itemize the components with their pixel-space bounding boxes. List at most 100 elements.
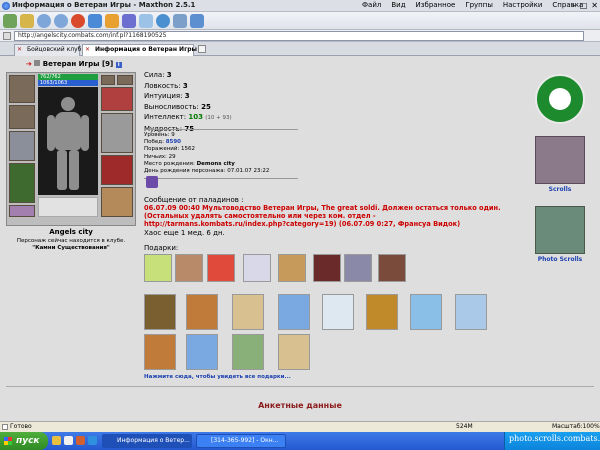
figure-left-leg — [57, 150, 67, 190]
scrolls-label[interactable]: Scrolls — [535, 186, 585, 193]
boots-slot[interactable] — [101, 187, 133, 217]
gift-item[interactable] — [186, 294, 218, 330]
taskbar: пуск Информация о Ветер... [314-365-992]… — [0, 432, 600, 450]
gift-item[interactable] — [378, 254, 406, 282]
history-icon[interactable] — [156, 14, 170, 28]
info-birthday: День рождения персонажа: 07.01.07 23:22 — [144, 168, 270, 175]
tab-close-icon[interactable]: ✕ — [85, 45, 90, 55]
tab-close-icon[interactable]: ✕ — [17, 45, 22, 55]
helmet-slot[interactable] — [9, 75, 35, 103]
character-name[interactable]: Ветеран Игры — [43, 60, 100, 68]
weapon-right-slot[interactable] — [101, 113, 133, 153]
align-icon — [34, 60, 41, 66]
amulet-slot[interactable] — [117, 75, 133, 85]
tab-label: Информация о Ветеран Игры — [95, 46, 197, 53]
info-draws: Ничьих: 29 — [144, 153, 176, 160]
minimize-icon[interactable]: – — [572, 1, 576, 10]
gift-item[interactable] — [278, 254, 306, 282]
quick-launch-icon[interactable] — [64, 436, 73, 445]
info-icon[interactable]: i — [115, 62, 122, 68]
page-content: ➔ Ветеран Игры [9] i 762/762 1063/1063 A… — [0, 56, 600, 421]
close-icon[interactable]: ✕ — [591, 1, 598, 10]
paladin-line-3[interactable]: http://tarmans.kombats.ru/index.php?cate… — [144, 220, 501, 228]
gift-item[interactable] — [175, 254, 203, 282]
menu-favorites[interactable]: Избранное — [416, 1, 456, 9]
equipment-panel: 762/762 1063/1063 — [6, 72, 136, 226]
character-figure[interactable] — [38, 87, 98, 195]
gift-item[interactable] — [232, 294, 264, 330]
window-title-bar: Информация о Ветеран Игры - Maxthon 2.5.… — [0, 0, 600, 12]
earrings-slot[interactable] — [101, 75, 115, 85]
task-label: [314-365-992] - Окн... — [211, 437, 279, 444]
photo-scrolls-banner-icon[interactable] — [535, 206, 585, 254]
start-button[interactable]: пуск — [0, 432, 48, 450]
quick-launch-icon[interactable] — [88, 436, 97, 445]
screen-icon[interactable] — [173, 14, 187, 28]
character-city: Angels city — [49, 228, 93, 236]
menu-file[interactable]: Файл — [362, 1, 381, 9]
menu-settings[interactable]: Настройки — [503, 1, 543, 9]
gift-item[interactable] — [144, 334, 176, 370]
taskbar-item-chat[interactable]: [314-365-992] - Окн... — [196, 434, 286, 448]
stop-icon[interactable] — [71, 14, 85, 28]
armor-slot[interactable] — [9, 163, 35, 203]
more-gifts-link[interactable]: Нажмите сюда, чтобы увидеть все подарки.… — [144, 374, 291, 380]
download-icon[interactable] — [190, 14, 204, 28]
divider — [144, 178, 298, 179]
refresh-icon[interactable] — [88, 14, 102, 28]
new-tab-button[interactable] — [198, 45, 206, 53]
magic-icon[interactable] — [122, 14, 136, 28]
stat-endurance: Выносливость: 25 — [144, 102, 211, 111]
scrolls-banner-icon[interactable] — [535, 136, 585, 184]
gift-item[interactable] — [243, 254, 271, 282]
paladin-line-1: 06.07.09 00:40 Мультоводство Ветеран Игр… — [144, 204, 501, 212]
gift-item[interactable] — [278, 294, 310, 330]
menu-view[interactable]: Вид — [391, 1, 405, 9]
quick-launch-icon[interactable] — [52, 436, 61, 445]
bracers-slot[interactable] — [9, 105, 35, 129]
gloves-slot[interactable] — [101, 87, 133, 111]
open-folder-icon[interactable] — [20, 14, 34, 28]
tools-icon[interactable] — [139, 14, 153, 28]
home-icon[interactable] — [105, 14, 119, 28]
quick-launch-icon[interactable] — [76, 436, 85, 445]
figure-left-arm — [47, 115, 55, 151]
address-bar: http://angelscity.combats.com/inf.pl?116… — [0, 30, 600, 42]
weapon-left-slot[interactable] — [9, 131, 35, 161]
belt-slot[interactable] — [9, 205, 35, 217]
gift-item[interactable] — [144, 294, 176, 330]
emblem-inner — [549, 88, 571, 110]
location-place: "Камни Существования" — [32, 245, 110, 251]
badge-icon[interactable] — [146, 176, 158, 188]
tab-fight-club[interactable]: ✕ Бойцовский клуб — [14, 44, 81, 56]
gift-item[interactable] — [313, 254, 341, 282]
url-input[interactable]: http://angelscity.combats.com/inf.pl?116… — [14, 31, 584, 41]
gift-item[interactable] — [278, 334, 310, 370]
forward-icon[interactable] — [54, 14, 68, 28]
photo-scrolls-label[interactable]: Photo Scrolls — [528, 256, 592, 263]
gift-item[interactable] — [410, 294, 442, 330]
gift-item[interactable] — [144, 254, 172, 282]
menu-bar: Файл Вид Избранное Группы Настройки Спра… — [362, 1, 583, 9]
gift-item[interactable] — [186, 334, 218, 370]
window-title: Информация о Ветеран Игры - Maxthon 2.5.… — [12, 1, 196, 9]
gift-item[interactable] — [232, 334, 264, 370]
taskbar-item-browser[interactable]: Информация о Ветер... — [102, 434, 192, 448]
window-controls: – □ ✕ — [572, 1, 598, 10]
info-losses: Поражений: 1562 — [144, 146, 196, 153]
align-emblem-icon[interactable] — [535, 74, 585, 124]
gift-item[interactable] — [455, 294, 487, 330]
zoom-indicator[interactable]: Масштаб:100% — [552, 423, 600, 430]
new-tab-icon[interactable] — [3, 14, 17, 28]
maxthon-logo-icon — [2, 2, 10, 10]
menu-groups[interactable]: Группы — [465, 1, 493, 9]
back-icon[interactable] — [37, 14, 51, 28]
gift-item[interactable] — [344, 254, 372, 282]
mana-bar: 1063/1063 — [38, 80, 98, 86]
gift-item[interactable] — [366, 294, 398, 330]
maximize-icon[interactable]: □ — [580, 1, 588, 10]
gift-item[interactable] — [207, 254, 235, 282]
gift-item[interactable] — [322, 294, 354, 330]
tab-character-info[interactable]: ✕ Информация о Ветеран Игры — [82, 44, 197, 56]
cloak-slot[interactable] — [101, 155, 133, 185]
